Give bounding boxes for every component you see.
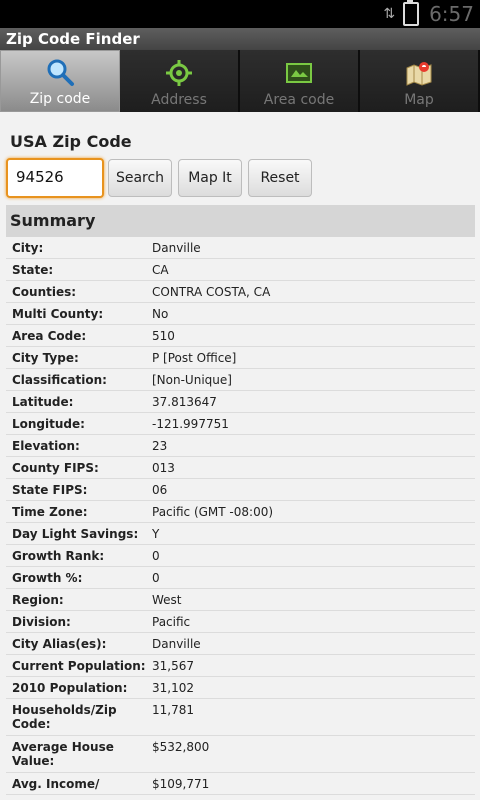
reset-button[interactable]: Reset: [248, 159, 312, 197]
row-key: Longitude:: [12, 417, 85, 431]
table-row: Avg. Income/ $109,771: [6, 773, 475, 795]
table-row: 2010 Population: 31,102: [6, 677, 475, 699]
row-value: 0: [152, 571, 160, 585]
row-key: Elevation:: [12, 439, 80, 453]
table-row: Area Code: 510: [6, 325, 475, 347]
row-value: Y: [152, 527, 160, 541]
table-row: Classification: [Non-Unique]: [6, 369, 475, 391]
magnifier-icon: [45, 57, 75, 87]
table-row: County FIPS: 013: [6, 457, 475, 479]
row-key: Division:: [12, 615, 71, 629]
row-value: -121.997751: [152, 417, 229, 431]
row-key: Households/Zip Code:: [12, 703, 117, 731]
tab-bar: Zip code Address Area code Map: [0, 50, 480, 112]
target-icon: [164, 58, 194, 88]
table-row: Region: West: [6, 589, 475, 611]
row-value: West: [152, 593, 182, 607]
row-value: Pacific: [152, 615, 191, 629]
row-key: Growth %:: [12, 571, 83, 585]
row-key: City Type:: [12, 351, 79, 365]
battery-charging-icon: ⚡: [403, 0, 420, 26]
tab-address[interactable]: Address: [120, 50, 240, 112]
tab-area-code-label: Area code: [263, 92, 335, 108]
table-row: Longitude: -121.997751: [6, 413, 475, 435]
row-value: 013: [152, 461, 175, 475]
summary-header: Summary: [6, 205, 475, 237]
row-key: City:: [12, 241, 44, 255]
table-row: Households/Zip Code: 11,781: [6, 699, 475, 736]
row-key: Day Light Savings:: [12, 527, 139, 541]
row-value: Pacific (GMT -08:00): [152, 505, 274, 519]
table-row: City Type: P [Post Office]: [6, 347, 475, 369]
table-row: State: CA: [6, 259, 475, 281]
zip-heading: USA Zip Code: [10, 132, 132, 151]
table-row: Growth %: 0: [6, 567, 475, 589]
row-key: Region:: [12, 593, 64, 607]
row-key: Classification:: [12, 373, 107, 387]
row-value: CONTRA COSTA, CA: [152, 285, 271, 299]
zip-code-input[interactable]: 94526: [6, 158, 104, 198]
row-key: Time Zone:: [12, 505, 88, 519]
row-value: 37.813647: [152, 395, 217, 409]
row-value: $532,800: [152, 740, 210, 754]
row-key: 2010 Population:: [12, 681, 128, 695]
row-key: Counties:: [12, 285, 77, 299]
table-row: Growth Rank: 0: [6, 545, 475, 567]
row-value: CA: [152, 263, 169, 277]
table-row: Division: Pacific: [6, 611, 475, 633]
table-row: Day Light Savings: Y: [6, 523, 475, 545]
row-key: State:: [12, 263, 54, 277]
row-value: 31,567: [152, 659, 194, 673]
map-it-button[interactable]: Map It: [178, 159, 242, 197]
table-row: City Alias(es): Danville: [6, 633, 475, 655]
table-row: Current Population: 31,567: [6, 655, 475, 677]
status-bar: ⇅ ⚡ 6:57: [0, 0, 480, 28]
table-row: State FIPS: 06: [6, 479, 475, 501]
row-value: 06: [152, 483, 168, 497]
row-key: City Alias(es):: [12, 637, 107, 651]
data-activity-icon: ⇅: [383, 6, 395, 22]
tab-map[interactable]: Map: [360, 50, 480, 112]
table-row: Average House Value: $532,800: [6, 736, 475, 773]
table-row: City: Danville: [6, 237, 475, 259]
row-key: Multi County:: [12, 307, 104, 321]
tab-zip-code-label: Zip code: [29, 91, 91, 107]
row-value: 510: [152, 329, 175, 343]
summary-table: City: Danville State: CA Counties: CONTRA C…: [6, 237, 475, 795]
row-key: County FIPS:: [12, 461, 99, 475]
app-title: Zip Code Finder: [0, 28, 480, 50]
row-key: Average House Value:: [12, 740, 114, 768]
row-value: $109,771: [152, 777, 210, 791]
row-value: 0: [152, 549, 160, 563]
table-row: Counties: CONTRA COSTA, CA: [6, 281, 475, 303]
row-value: 23: [152, 439, 168, 453]
row-key: Current Population:: [12, 659, 146, 673]
map-frame-icon: [284, 58, 314, 88]
row-key: Area Code:: [12, 329, 87, 343]
map-pin-icon: [404, 58, 434, 88]
row-value: No: [152, 307, 169, 321]
tab-area-code[interactable]: Area code: [240, 50, 360, 112]
row-key: Growth Rank:: [12, 549, 105, 563]
table-row: Multi County: No: [6, 303, 475, 325]
tab-zip-code[interactable]: Zip code: [0, 50, 120, 112]
table-row: Time Zone: Pacific (GMT -08:00): [6, 501, 475, 523]
search-button[interactable]: Search: [108, 159, 172, 197]
row-value: 31,102: [152, 681, 194, 695]
row-value: Danville: [152, 637, 201, 651]
table-row: Latitude: 37.813647: [6, 391, 475, 413]
status-time: 6:57: [429, 2, 474, 26]
row-key: State FIPS:: [12, 483, 88, 497]
row-value: P [Post Office]: [152, 351, 237, 365]
tab-map-label: Map: [404, 92, 434, 108]
main-content: USA Zip Code 94526 Search Map It Reset S…: [0, 112, 480, 800]
status-icons: ⇅ ⚡ 6:57: [383, 0, 474, 28]
row-value: 11,781: [152, 703, 194, 717]
table-row: Elevation: 23: [6, 435, 475, 457]
row-key: Avg. Income/: [12, 777, 100, 791]
row-value: [Non-Unique]: [152, 373, 232, 387]
row-value: Danville: [152, 241, 201, 255]
tab-address-label: Address: [151, 92, 207, 108]
row-key: Latitude:: [12, 395, 74, 409]
